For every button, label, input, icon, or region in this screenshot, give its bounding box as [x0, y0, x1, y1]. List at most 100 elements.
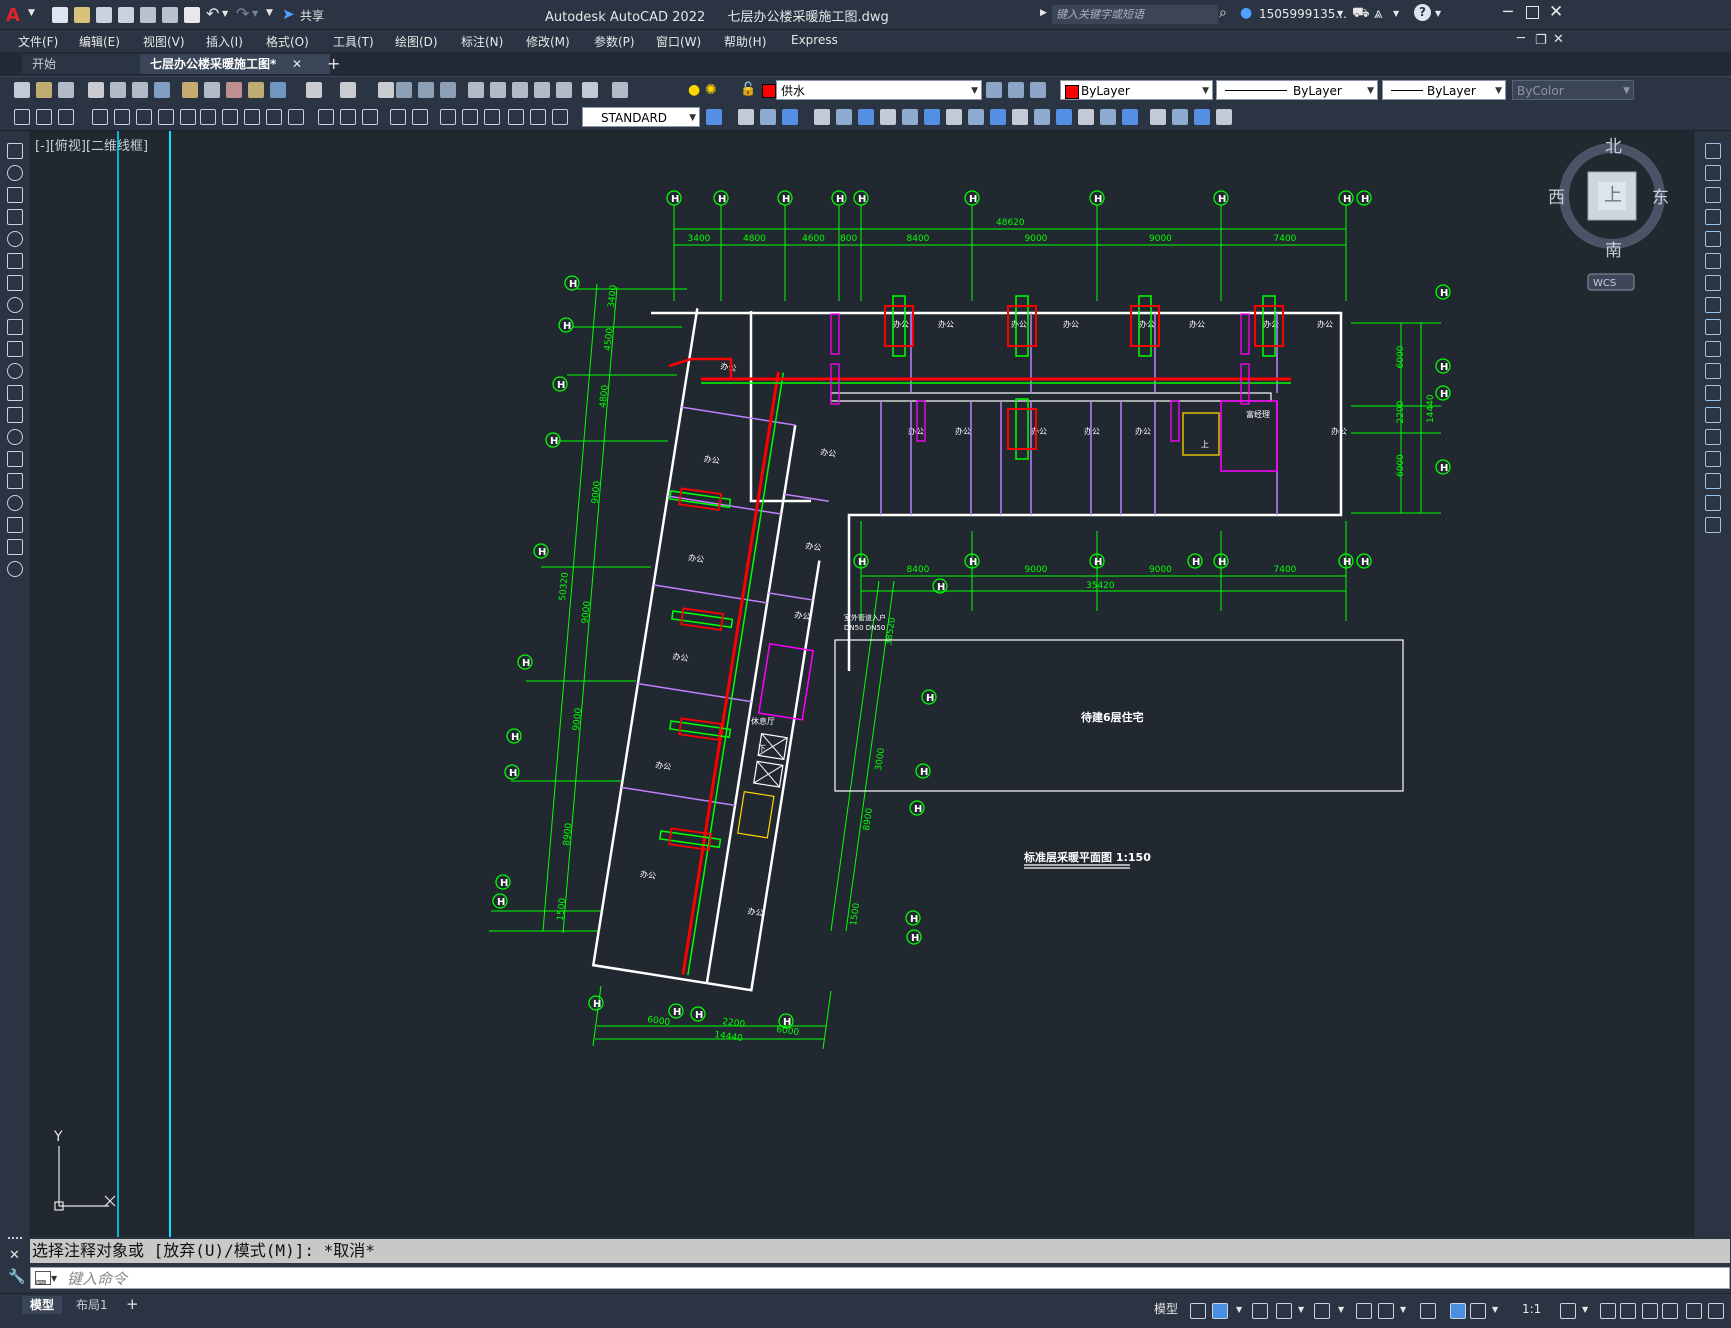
toolbar1-tool-0-icon[interactable] — [14, 82, 30, 98]
minimize-icon[interactable]: ─ — [1503, 2, 1513, 21]
move-icon[interactable] — [1705, 253, 1721, 269]
dimension-tool-15-icon[interactable] — [362, 109, 378, 125]
help-icon[interactable]: ? — [1414, 4, 1431, 21]
dimension-tool-6-icon[interactable] — [158, 109, 174, 125]
wcs-label[interactable]: WCS — [1593, 278, 1616, 289]
open-file-icon[interactable] — [74, 7, 90, 23]
toolbar1-tool-17-icon[interactable] — [440, 82, 456, 98]
menu-item-1[interactable]: 编辑(E) — [79, 33, 120, 50]
break-at-point-icon[interactable] — [1705, 385, 1721, 401]
snap-icon[interactable] — [1212, 1303, 1228, 1319]
user-dropdown-icon[interactable]: ▼ — [1337, 9, 1343, 18]
layer-dropdown[interactable]: 供水 ▼ — [776, 80, 982, 100]
menu-item-9[interactable]: 参数(P) — [594, 33, 635, 50]
menu-item-6[interactable]: 绘图(D) — [395, 33, 438, 50]
undo-icon[interactable]: ↶ — [206, 4, 219, 23]
modify-tool-6-icon[interactable] — [858, 109, 874, 125]
dimension-tool-2-icon[interactable] — [58, 109, 74, 125]
dimension-tool-18-icon[interactable] — [440, 109, 456, 125]
toolbar1-tool-1-icon[interactable] — [36, 82, 52, 98]
layer-properties-icon[interactable] — [986, 82, 1002, 98]
redo-dropdown-icon[interactable]: ▼ — [252, 9, 258, 18]
dimension-tool-11-icon[interactable] — [266, 109, 282, 125]
stretch-icon[interactable] — [1705, 319, 1721, 335]
doc-close-icon[interactable]: ✕ — [1553, 32, 1564, 47]
dimension-tool-3-icon[interactable] — [92, 109, 108, 125]
blend-icon[interactable] — [1705, 495, 1721, 511]
workspace-dropdown-icon[interactable]: ▼ — [1582, 1305, 1588, 1314]
modify-tool-3-icon[interactable] — [782, 109, 798, 125]
command-grip-icon[interactable] — [8, 1237, 22, 1247]
toolbar1-tool-15-icon[interactable] — [396, 82, 412, 98]
modify-tool-9-icon[interactable] — [924, 109, 940, 125]
dimension-tool-13-icon[interactable] — [318, 109, 334, 125]
hatch-icon[interactable] — [7, 451, 23, 467]
new-tab-button[interactable]: + — [327, 54, 340, 73]
menu-item-12[interactable]: Express — [791, 33, 838, 47]
rectangle-icon[interactable] — [7, 231, 23, 247]
quick-properties-icon[interactable] — [1642, 1303, 1658, 1319]
help-dropdown-icon[interactable]: ▼ — [1435, 9, 1441, 18]
array-icon[interactable] — [1705, 231, 1721, 247]
search-icon[interactable]: ⌕ — [1219, 5, 1227, 21]
modify-tool-10-icon[interactable] — [946, 109, 962, 125]
trim-icon[interactable] — [1705, 341, 1721, 357]
snap-dropdown-icon[interactable]: ▼ — [1236, 1305, 1242, 1314]
explode-icon[interactable] — [1705, 517, 1721, 533]
region-icon[interactable] — [7, 495, 23, 511]
command-close-icon[interactable]: ✕ — [9, 1248, 20, 1263]
cart-icon[interactable]: ⛟ — [1352, 5, 1370, 23]
modify-tool-19-icon[interactable] — [1150, 109, 1166, 125]
menu-item-3[interactable]: 插入(I) — [206, 33, 243, 50]
menu-item-4[interactable]: 格式(O) — [266, 33, 309, 50]
ellipse-arc-icon[interactable] — [7, 363, 23, 379]
menu-item-10[interactable]: 窗口(W) — [656, 33, 701, 50]
revision-cloud-icon[interactable] — [7, 297, 23, 313]
toolbar1-tool-14-icon[interactable] — [378, 82, 394, 98]
layout-tab-1[interactable]: 布局1 — [68, 1296, 116, 1314]
maximize-icon[interactable] — [1526, 6, 1539, 19]
viewcube-north-label[interactable]: 北 — [1605, 137, 1622, 157]
object-snap-tracking-icon[interactable] — [1356, 1303, 1372, 1319]
lineweight-dropdown[interactable]: ByLayer ▼ — [1382, 80, 1506, 100]
model-space-button[interactable]: 模型 — [1146, 1300, 1186, 1318]
modify-tool-13-icon[interactable] — [1012, 109, 1028, 125]
modify-tool-22-icon[interactable] — [1216, 109, 1232, 125]
dimension-tool-9-icon[interactable] — [222, 109, 238, 125]
toolbar1-tool-20-icon[interactable] — [512, 82, 528, 98]
toolbar1-tool-22-icon[interactable] — [556, 82, 572, 98]
toolbar1-tool-7-icon[interactable] — [182, 82, 198, 98]
customize-qat-icon[interactable]: ▼ — [266, 8, 273, 18]
search-expand-icon[interactable]: ▶ — [1040, 8, 1047, 18]
color-dropdown[interactable]: ByLayer ▼ — [1060, 80, 1213, 100]
doc-minimize-icon[interactable]: ─ — [1517, 31, 1525, 46]
modify-tool-2-icon[interactable] — [760, 109, 776, 125]
circle-icon[interactable] — [7, 275, 23, 291]
modify-tool-20-icon[interactable] — [1172, 109, 1188, 125]
save-as-icon[interactable] — [118, 7, 134, 23]
modify-tool-1-icon[interactable] — [738, 109, 754, 125]
isolate-objects-icon[interactable] — [1662, 1303, 1678, 1319]
object-snap-dropdown-icon[interactable]: ▼ — [1400, 1305, 1406, 1314]
search-input[interactable]: 键入关键字或短语 — [1052, 5, 1218, 24]
menu-item-0[interactable]: 文件(F) — [18, 33, 58, 50]
add-layout-button[interactable]: + — [126, 1295, 139, 1313]
spline-icon[interactable] — [7, 319, 23, 335]
ellipse-icon[interactable] — [7, 341, 23, 357]
dimension-tool-22-icon[interactable] — [530, 109, 546, 125]
modify-tool-18-icon[interactable] — [1122, 109, 1138, 125]
modify-tool-4-icon[interactable] — [814, 109, 830, 125]
plot-icon[interactable] — [184, 7, 200, 23]
text-style-dropdown[interactable]: STANDARD ▼ — [582, 107, 700, 127]
isodraft-icon[interactable] — [1314, 1303, 1330, 1319]
toolbar1-tool-11-icon[interactable] — [270, 82, 286, 98]
fillet-icon[interactable] — [1705, 473, 1721, 489]
new-file-icon[interactable] — [52, 7, 68, 23]
save-icon[interactable] — [96, 7, 112, 23]
modify-tool-17-icon[interactable] — [1100, 109, 1116, 125]
tab-start[interactable]: 开始 — [22, 54, 152, 74]
gradient-icon[interactable] — [7, 473, 23, 489]
arc-icon[interactable] — [7, 253, 23, 269]
rotate-icon[interactable] — [1705, 275, 1721, 291]
modify-tool-21-icon[interactable] — [1194, 109, 1210, 125]
